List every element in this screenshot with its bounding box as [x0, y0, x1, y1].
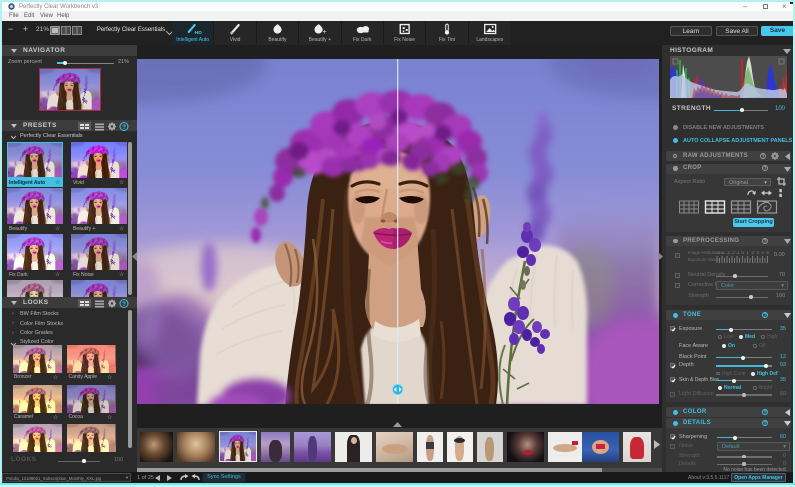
svg-text:+: + — [323, 29, 327, 35]
svg-text:5: 5 — [767, 250, 770, 255]
svg-text:?: ? — [122, 125, 126, 131]
svg-text:1: 1 — [747, 250, 750, 255]
svg-text:2: 2 — [752, 250, 755, 255]
svg-text:?: ? — [122, 302, 126, 308]
svg-text:-2: -2 — [731, 250, 735, 255]
svg-text:HD: HD — [195, 30, 203, 35]
svg-text:-5: -5 — [716, 250, 720, 255]
svg-text:-4: -4 — [721, 250, 725, 255]
svg-text:0: 0 — [742, 250, 745, 255]
svg-text:4: 4 — [762, 250, 765, 255]
svg-text:3: 3 — [757, 250, 760, 255]
svg-text:-1: -1 — [736, 250, 740, 255]
svg-text:-3: -3 — [726, 250, 730, 255]
